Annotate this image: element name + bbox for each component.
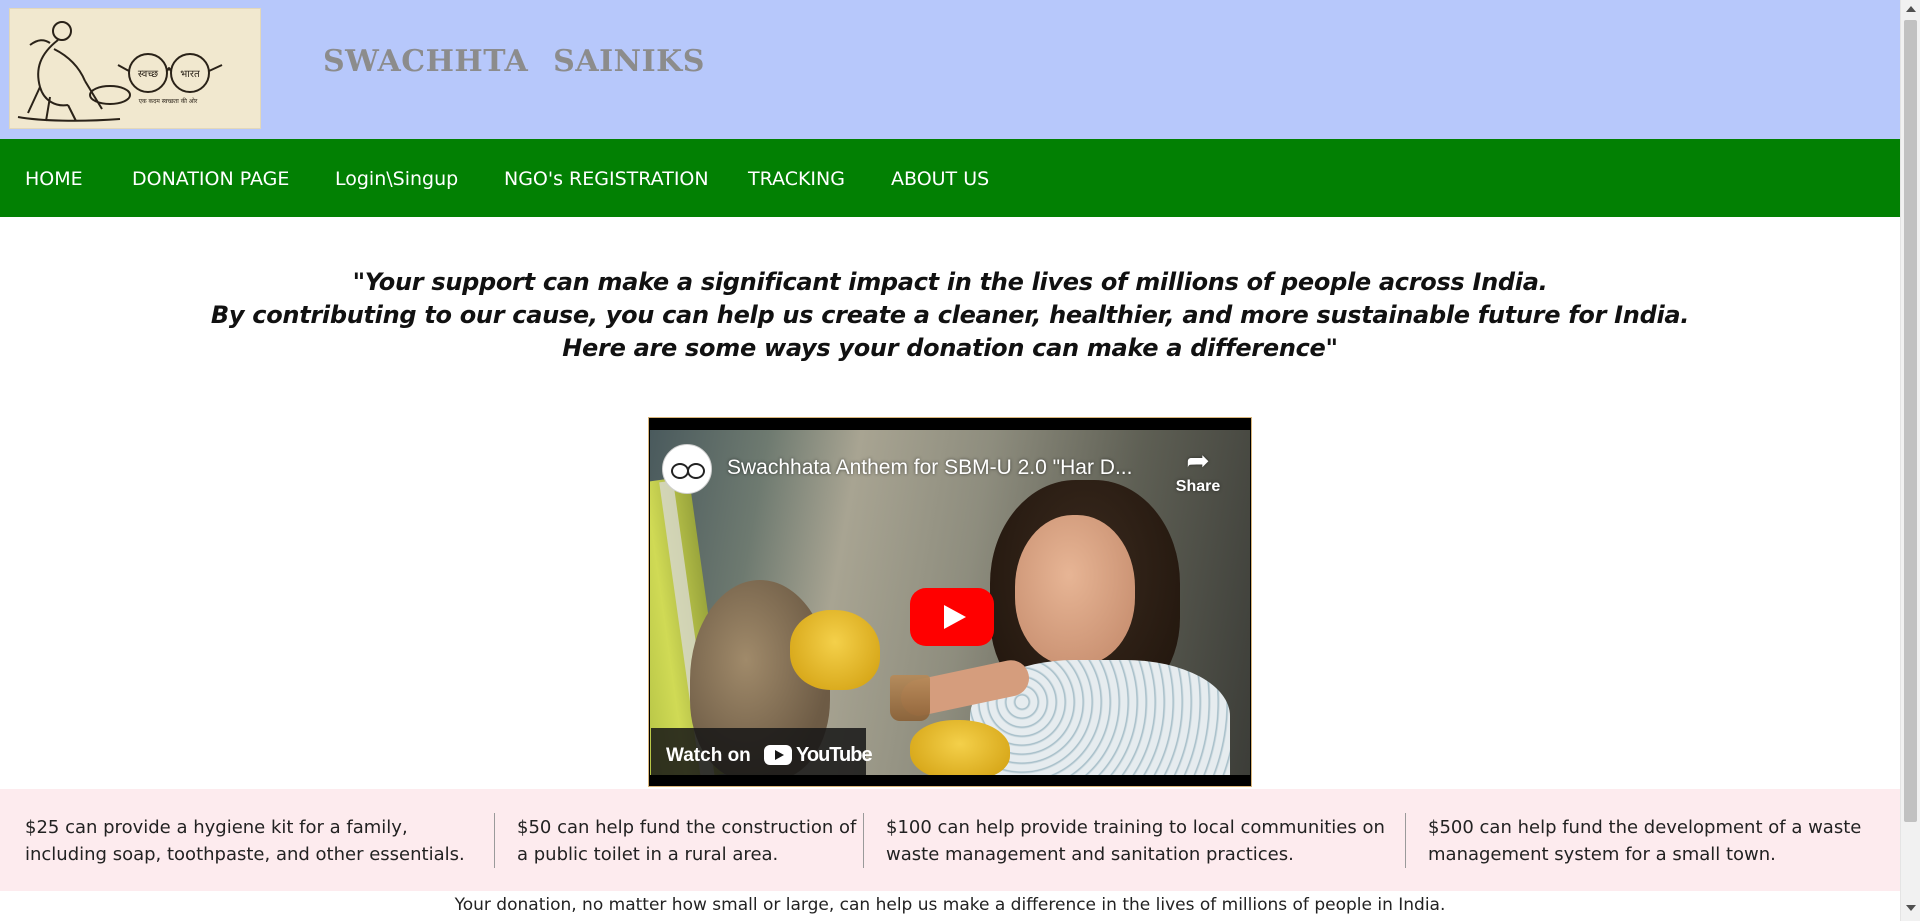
quote-line-3: Here are some ways your donation can mak…	[562, 334, 1338, 362]
divider	[1405, 813, 1406, 868]
share-arrow-icon: ➦	[1186, 444, 1210, 477]
nav-item-donation-page[interactable]: DONATION PAGE	[132, 139, 289, 217]
donation-footer-note: Your donation, no matter how small or la…	[454, 895, 1446, 915]
video-title[interactable]: Swachhata Anthem for SBM-U 2.0 "Har D...	[727, 456, 1132, 480]
page: स्वच्छ भारत एक कदम स्वच्छता की ओर SWACHH…	[0, 0, 1900, 921]
tip-25: $25 can provide a hygiene kit for a fami…	[25, 817, 465, 865]
swachh-bharat-logo-icon: स्वच्छ भारत एक कदम स्वच्छता की ओर	[17, 21, 223, 122]
tip-50: $50 can help fund the construction of a …	[517, 817, 857, 865]
thumbnail-scene	[910, 720, 1010, 775]
video-thumbnail[interactable]: Swachhata Anthem for SBM-U 2.0 "Har D...…	[650, 430, 1250, 775]
nav-item-login-signup[interactable]: Login\Singup	[335, 139, 458, 217]
tip-100: $100 can help provide training to local …	[886, 817, 1385, 865]
divider	[863, 813, 864, 868]
watch-on-label: Watch on	[666, 745, 751, 766]
quote-line-2: By contributing to our cause, you can he…	[210, 301, 1690, 329]
scroll-down-arrow-icon[interactable]	[1906, 905, 1916, 911]
logo-text-left: स्वच्छ	[138, 69, 158, 80]
divider	[494, 813, 495, 868]
vertical-scrollbar[interactable]	[1900, 0, 1920, 921]
watch-on-youtube-button[interactable]: Watch on YouTube	[651, 728, 873, 775]
youtube-play-icon[interactable]	[910, 588, 994, 646]
scrollbar-thumb[interactable]	[1904, 20, 1917, 822]
youtube-wordmark: YouTube	[796, 744, 873, 766]
youtube-logo-icon	[764, 745, 792, 765]
thumbnail-scene	[790, 610, 880, 690]
nav-item-about-us[interactable]: ABOUT US	[891, 139, 989, 217]
logo-text-right: भारत	[180, 69, 200, 80]
scroll-up-arrow-icon[interactable]	[1906, 6, 1916, 12]
site-logo[interactable]: स्वच्छ भारत एक कदम स्वच्छता की ओर	[9, 8, 261, 129]
thumbnail-scene	[890, 675, 930, 721]
logo-tagline: एक कदम स्वच्छता की ओर	[139, 97, 198, 105]
share-button[interactable]: ➦ Share	[1168, 444, 1228, 504]
donation-quote: "Your support can make a significant imp…	[0, 266, 1900, 365]
channel-avatar[interactable]	[662, 444, 712, 494]
nav-item-tracking[interactable]: TRACKING	[748, 139, 845, 217]
site-title: SWACHHTA SAINIKS	[323, 44, 705, 79]
quote-line-1: "Your support can make a significant imp…	[352, 268, 1548, 296]
nav-item-home[interactable]: HOME	[25, 139, 83, 217]
thumbnail-scene	[1015, 515, 1135, 665]
tip-500: $500 can help fund the development of a …	[1428, 817, 1862, 865]
main-nav: HOME DONATION PAGE Login\Singup NGO's RE…	[0, 139, 1900, 217]
share-label: Share	[1175, 478, 1221, 495]
donation-impact-strip: $25 can provide a hygiene kit for a fami…	[0, 789, 1900, 891]
site-header: स्वच्छ भारत एक कदम स्वच्छता की ओर SWACHH…	[0, 0, 1900, 139]
youtube-embed[interactable]: Swachhata Anthem for SBM-U 2.0 "Har D...…	[648, 417, 1252, 787]
nav-item-ngo-registration[interactable]: NGO's REGISTRATION	[504, 139, 709, 217]
